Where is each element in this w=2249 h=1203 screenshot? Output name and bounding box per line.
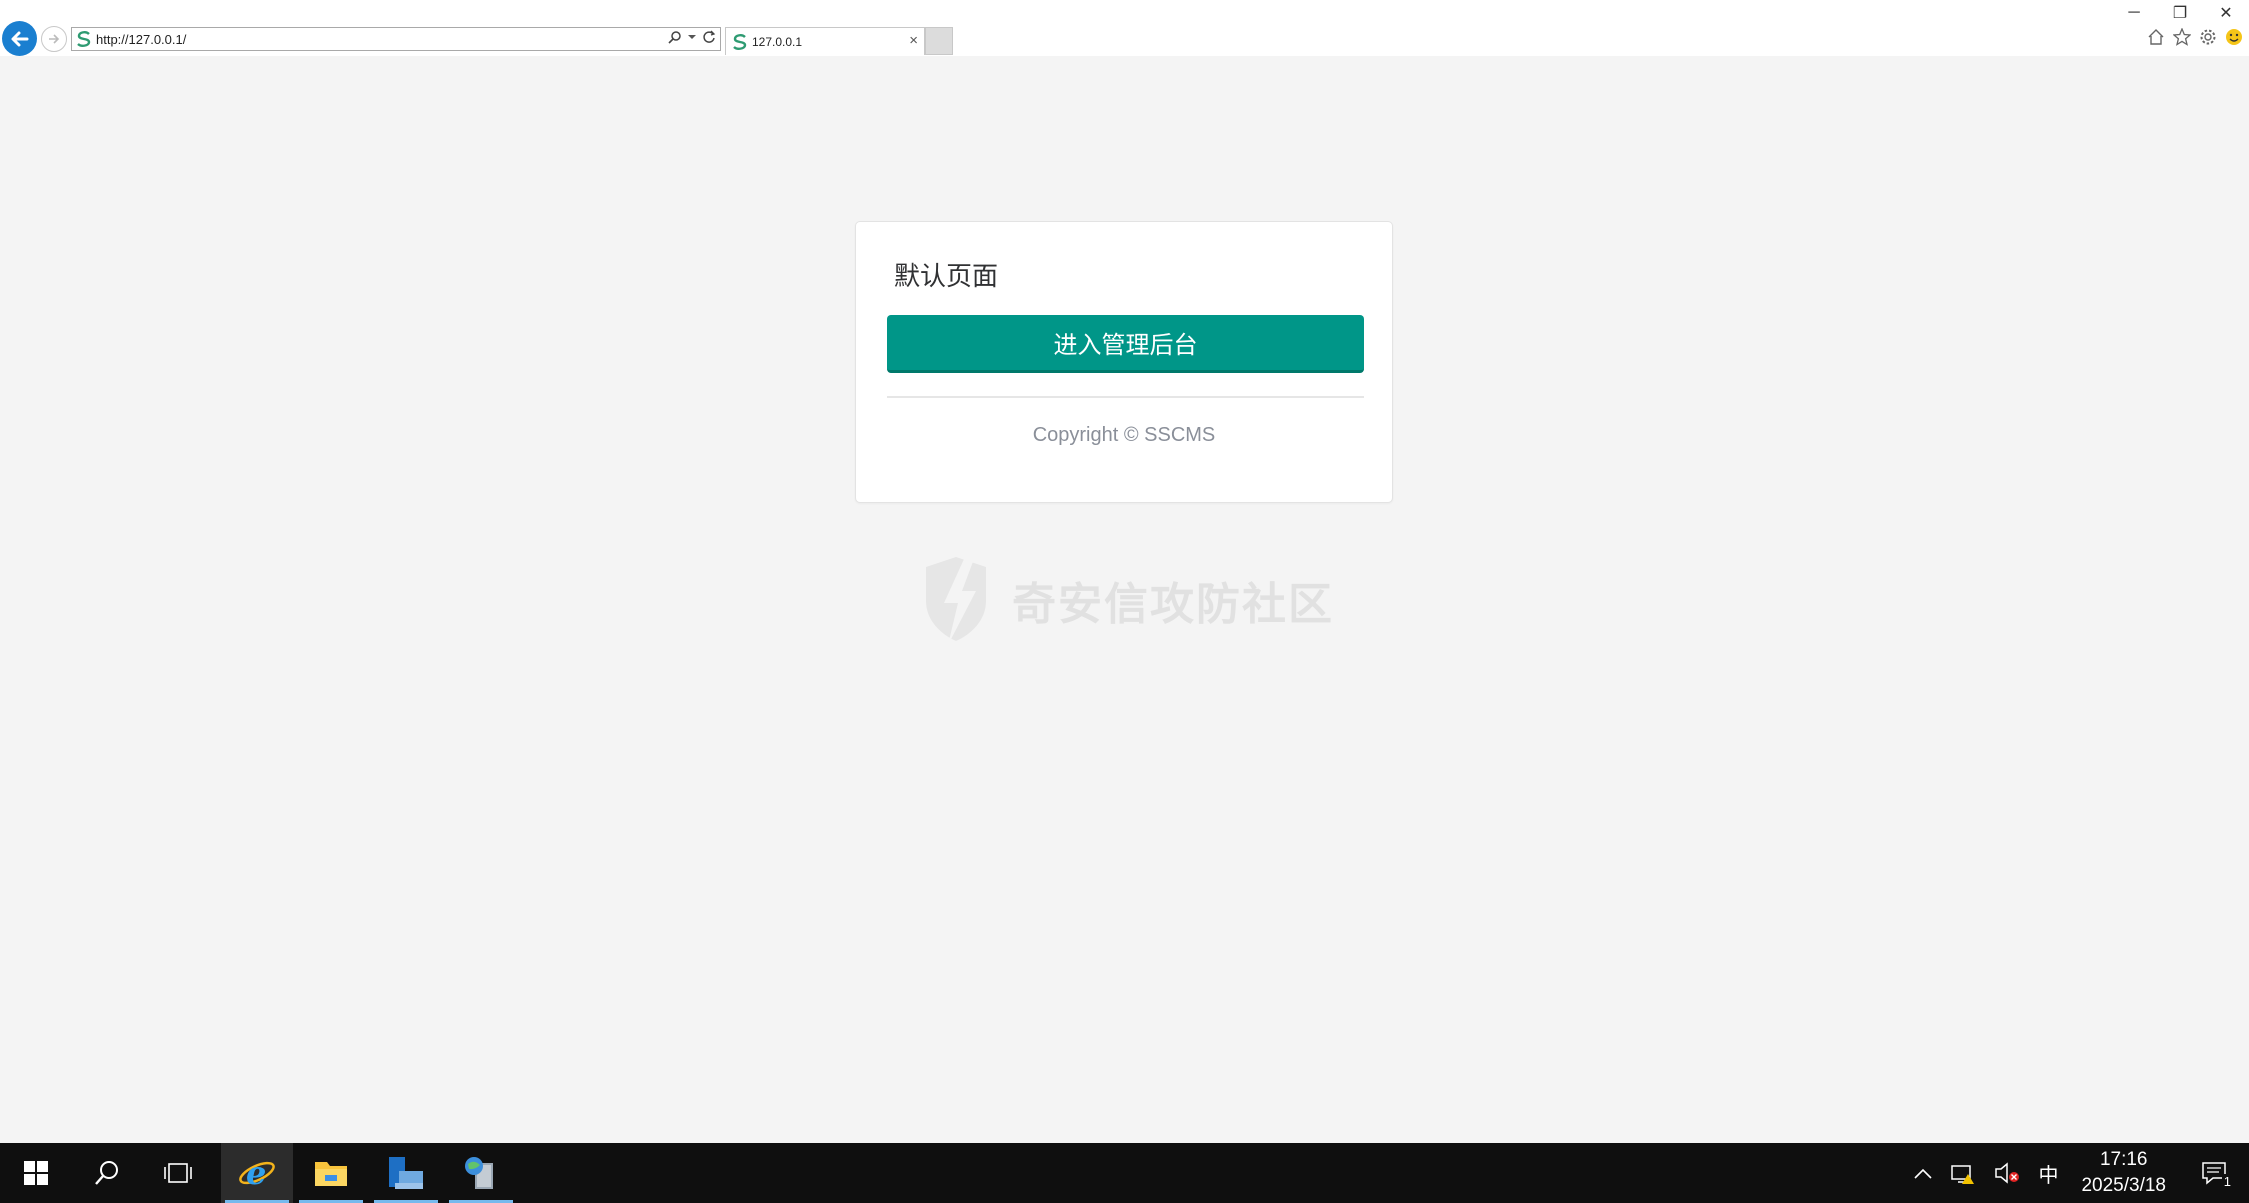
system-tray: 中 17:16 2025/3/18 1 (1905, 1143, 2249, 1203)
clock[interactable]: 17:16 2025/3/18 (2081, 1147, 2166, 1199)
notification-count-badge: 1 (2221, 1174, 2233, 1189)
tab-title: 127.0.0.1 (752, 35, 803, 49)
volume-status[interactable] (1994, 1162, 2020, 1184)
svg-text:e: e (246, 1154, 266, 1192)
forward-button[interactable] (41, 26, 67, 52)
restore-button[interactable]: ❐ (2157, 0, 2203, 26)
taskbar-search-icon (95, 1161, 118, 1185)
refresh-icon[interactable] (702, 30, 716, 44)
taskbar: e 中 17:16 2025/3/18 1 (0, 1143, 2249, 1203)
copyright-text: Copyright © SSCMS (1032, 424, 1216, 446)
home-icon[interactable] (2147, 28, 2165, 46)
dropdown-icon[interactable] (688, 33, 696, 41)
taskbar-network-app[interactable] (445, 1143, 517, 1203)
smiley-icon[interactable] (2225, 28, 2243, 46)
divider (887, 396, 1364, 398)
taskbar-ie[interactable]: e (221, 1143, 293, 1203)
show-hidden-icons-button[interactable] (1914, 1167, 1933, 1179)
forward-icon (49, 34, 60, 44)
browser-tab[interactable]: 127.0.0.1 × (725, 27, 925, 55)
taskbar-server-manager[interactable] (370, 1143, 442, 1203)
browser-chrome: http://127.0.0.1/ 127.0.0.1 × ─ ❐ ✕ (0, 0, 2249, 56)
network-status[interactable] (1950, 1162, 1976, 1184)
windows-start-icon (24, 1161, 48, 1185)
page-title: 默认页面 (894, 262, 999, 292)
clock-time: 17:16 (2099, 1149, 2148, 1170)
favorites-icon[interactable] (2173, 28, 2191, 46)
taskbar-file-explorer[interactable] (295, 1143, 367, 1203)
start-button[interactable] (0, 1143, 72, 1203)
network-icon (1951, 1165, 1975, 1184)
server-manager-icon (389, 1157, 423, 1189)
address-url[interactable]: http://127.0.0.1/ (96, 32, 186, 47)
tab-close-button[interactable]: × (909, 32, 918, 49)
watermark: 奇安信攻防社区 (920, 555, 1334, 645)
enter-admin-button[interactable]: 进入管理后台 (887, 315, 1364, 373)
window-controls: ─ ❐ ✕ (2111, 0, 2249, 26)
chevron-up-icon (1914, 1168, 1933, 1179)
browser-toolbar (2147, 28, 2243, 46)
settings-icon[interactable] (2199, 28, 2217, 46)
site-icon (732, 33, 748, 56)
watermark-text: 奇安信攻防社区 (1012, 579, 1334, 630)
default-page-card: 默认页面 进入管理后台 Copyright © SSCMS (855, 221, 1393, 503)
site-icon (76, 30, 92, 53)
shield-bolt-logo (926, 557, 986, 645)
minimize-button[interactable]: ─ (2111, 0, 2157, 26)
taskbar-search-button[interactable] (72, 1143, 142, 1203)
close-button[interactable]: ✕ (2203, 0, 2249, 26)
file-explorer-icon (315, 1162, 347, 1186)
search-icon[interactable] (668, 30, 682, 44)
address-bar[interactable]: http://127.0.0.1/ (71, 27, 721, 51)
action-center-button[interactable]: 1 (2201, 1161, 2233, 1189)
clock-date: 2025/3/18 (2081, 1175, 2166, 1196)
volume-muted-icon (1995, 1162, 2020, 1184)
back-button[interactable] (2, 21, 37, 56)
address-tools (668, 30, 716, 44)
back-icon (11, 31, 28, 46)
ie-icon: e (239, 1154, 275, 1192)
task-view-button[interactable] (142, 1143, 214, 1203)
network-app-icon (465, 1157, 493, 1189)
task-view-icon (164, 1163, 192, 1183)
new-tab-button[interactable] (925, 27, 953, 55)
ime-indicator[interactable]: 中 (2038, 1159, 2058, 1188)
